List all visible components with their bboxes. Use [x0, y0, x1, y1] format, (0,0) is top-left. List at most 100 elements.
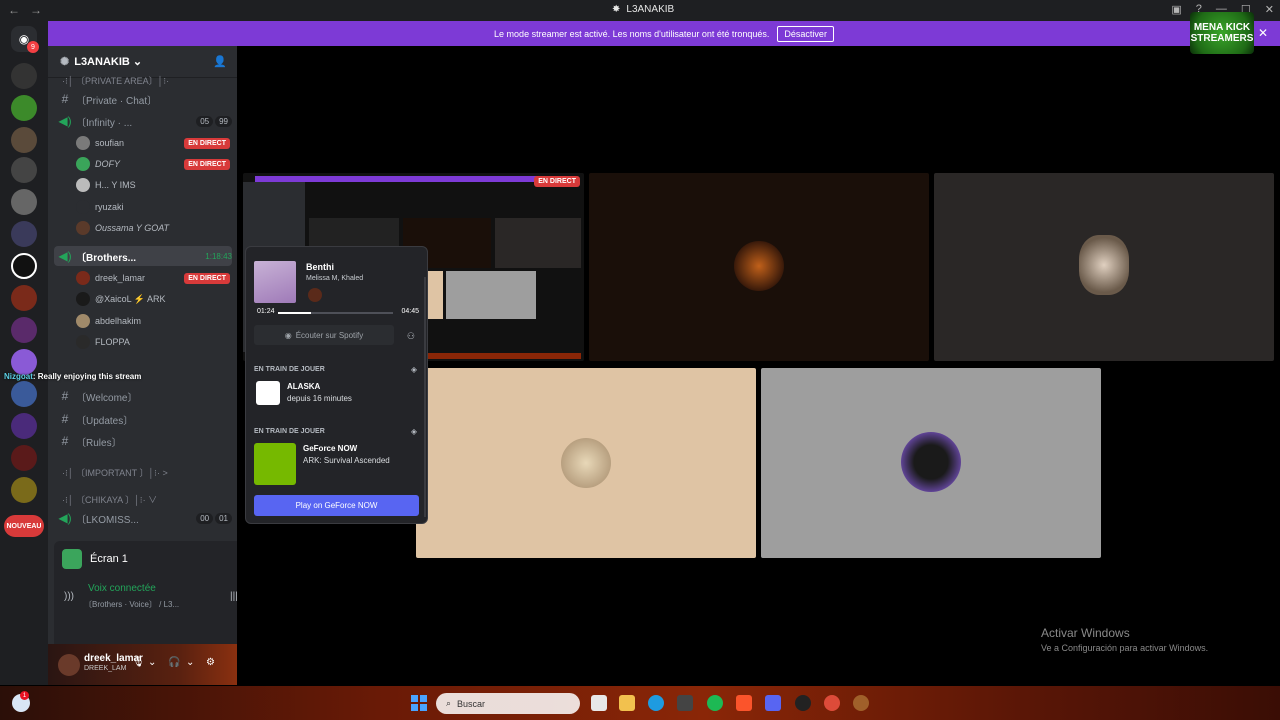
section-playing: EN TRAIN DE JOUER [254, 428, 325, 435]
voice-user[interactable]: H... Y IMS [76, 176, 230, 194]
banner-text: Le mode streamer est activé. Les noms d'… [494, 28, 770, 39]
username: @XaicoL ⚡ ARK [95, 293, 166, 304]
chrome-icon[interactable] [824, 695, 840, 711]
voice-user[interactable]: @XaicoL ⚡ ARK [76, 290, 230, 308]
voice-user[interactable]: abdelhakim [76, 312, 230, 330]
live-badge: EN DIRECT [184, 158, 230, 170]
channel-infinity[interactable]: ◀) 〔Infinity · ... 05 99 [54, 111, 232, 131]
game-name: ALASKA [287, 382, 321, 391]
app-icon[interactable] [795, 695, 811, 711]
channel-welcome[interactable]: # 〔Welcome〕 [54, 386, 232, 406]
close-window-icon[interactable]: ✕ [1265, 3, 1274, 16]
add-user-icon[interactable]: 👤 [213, 55, 227, 68]
file-explorer-icon[interactable] [619, 695, 635, 711]
stream-chat-overlay: Nizgoat: Really enjoying this stream [4, 372, 141, 381]
server-icon-6[interactable] [11, 221, 37, 247]
stream-tile-2[interactable] [589, 173, 929, 361]
speaker-icon: ◀) [58, 114, 72, 128]
stream-tile-3[interactable] [934, 173, 1274, 361]
listen-spotify-label: Écouter sur Spotify [295, 330, 364, 340]
taskbar-search[interactable]: ⌕ Buscar [436, 693, 580, 714]
voice-user[interactable]: soufian EN DIRECT [76, 134, 230, 152]
channel-lkomiss[interactable]: ◀) 〔LKOMISS... 00 01 [54, 508, 232, 528]
mini-taskbar [405, 353, 581, 359]
avatar [76, 221, 90, 235]
channel-private-chat[interactable]: # 〔Private · Chat〕 [54, 89, 232, 109]
server-icon-9[interactable] [11, 317, 37, 343]
window-titlebar: ← → ✸ L3ANAKIB ▣ ? — ☐ ✕ [0, 0, 1280, 21]
channel-updates[interactable]: # 〔Updates〕 [54, 409, 232, 429]
voice-user[interactable]: Oussama Y GOAT [76, 219, 230, 237]
app-icon[interactable] [853, 695, 869, 711]
server-icon-12[interactable] [11, 413, 37, 439]
back-arrow-icon[interactable]: ← [8, 3, 20, 17]
noise-suppression-icon[interactable]: ||| [230, 591, 237, 602]
server-icon-7[interactable] [11, 253, 37, 279]
channel-name: 〔Rules〕 [76, 437, 122, 449]
discord-icon[interactable] [765, 695, 781, 711]
server-icon-3[interactable] [11, 127, 37, 153]
chevron-down-icon[interactable]: ⌄ [186, 657, 194, 668]
disable-button[interactable]: Désactiver [777, 25, 834, 42]
server-icon-2[interactable] [11, 95, 37, 121]
username: ryuzaki [95, 202, 124, 212]
hash-icon: # [61, 412, 69, 426]
forward-arrow-icon[interactable]: → [30, 3, 42, 17]
voice-status: Voix connectée [88, 583, 156, 594]
voice-timer: 1:18:43 [205, 251, 232, 261]
edge-icon[interactable] [648, 695, 664, 711]
server-icon-4[interactable] [11, 157, 37, 183]
mena-kick-logo: MENA KICK STREAMERS [1190, 12, 1254, 54]
server-icon-1[interactable] [11, 63, 37, 89]
microphone-icon[interactable]: 🎙 [132, 657, 145, 668]
server-icon-8[interactable] [11, 285, 37, 311]
app-icon[interactable] [677, 695, 693, 711]
category-chikaya[interactable]: ·⁝│ 〔CHIKAYA 〕│⁝· ∨ [62, 493, 157, 506]
headphones-icon[interactable]: 🎧 [168, 657, 180, 668]
server-icon-5[interactable] [11, 189, 37, 215]
voice-user[interactable]: DOFY EN DIRECT [76, 155, 230, 173]
play-geforce-button[interactable]: Play on GeForce NOW [254, 495, 419, 516]
stream-tile-5[interactable] [761, 368, 1101, 558]
listen-spotify-button[interactable]: ◉ Écouter sur Spotify [254, 325, 394, 345]
search-placeholder: Buscar [457, 698, 486, 709]
notification-badge: 1 [20, 691, 29, 700]
speaker-icon: ◀) [58, 511, 72, 525]
mini-tile [446, 271, 536, 319]
username: dreek_lamar [95, 273, 146, 283]
signal-icon: ))) [64, 591, 74, 602]
track-progress-fill [278, 312, 312, 314]
scrollbar[interactable] [424, 277, 426, 517]
channel-brothers[interactable]: ◀) 〔Brothers... 1:18:43 [54, 246, 232, 266]
elapsed-time: 01:24 [257, 308, 275, 315]
new-servers-pill[interactable]: NOUVEAU [4, 515, 44, 537]
voice-user[interactable]: FLOPPA [76, 333, 230, 351]
voice-user[interactable]: dreek_lamar EN DIRECT [76, 269, 230, 287]
avatar[interactable] [58, 654, 80, 676]
channel-rules[interactable]: # 〔Rules〕 [54, 431, 232, 451]
app-name: GeForce NOW [303, 444, 358, 453]
server-icon-14[interactable] [11, 477, 37, 503]
server-icon-11[interactable] [11, 381, 37, 407]
close-icon[interactable]: ✕ [1258, 26, 1268, 40]
brave-icon[interactable] [736, 695, 752, 711]
category-private[interactable]: ·⁝│ 〔PRIVATE AREA〕│⁝· [62, 74, 169, 87]
listen-along-icon[interactable]: ⚇ [407, 331, 415, 342]
stream-tile-4[interactable] [416, 368, 756, 558]
windows-start-icon[interactable] [411, 695, 427, 711]
server-icon-13[interactable] [11, 445, 37, 471]
username: abdelhakim [95, 316, 142, 326]
gear-icon[interactable]: ⚙ [206, 657, 215, 668]
dm-badge: 9 [27, 41, 39, 53]
voice-user[interactable]: ryuzaki [76, 198, 230, 216]
chevron-down-icon[interactable]: ⌄ [148, 657, 156, 668]
spotify-avatar [308, 288, 322, 302]
spotify-icon[interactable] [707, 695, 723, 711]
task-view-icon[interactable] [591, 695, 607, 711]
avatar [76, 271, 90, 285]
category-important[interactable]: ·⁝│ 〔IMPORTANT 〕│⁝· > [62, 466, 168, 479]
server-icon: ✸ [612, 4, 621, 15]
inbox-icon[interactable]: ▣ [1171, 3, 1181, 16]
voice-channel-link[interactable]: 〔Brothers · Voice〕 / L3... [84, 599, 179, 610]
app-detail: ARK: Survival Ascended [303, 456, 390, 465]
